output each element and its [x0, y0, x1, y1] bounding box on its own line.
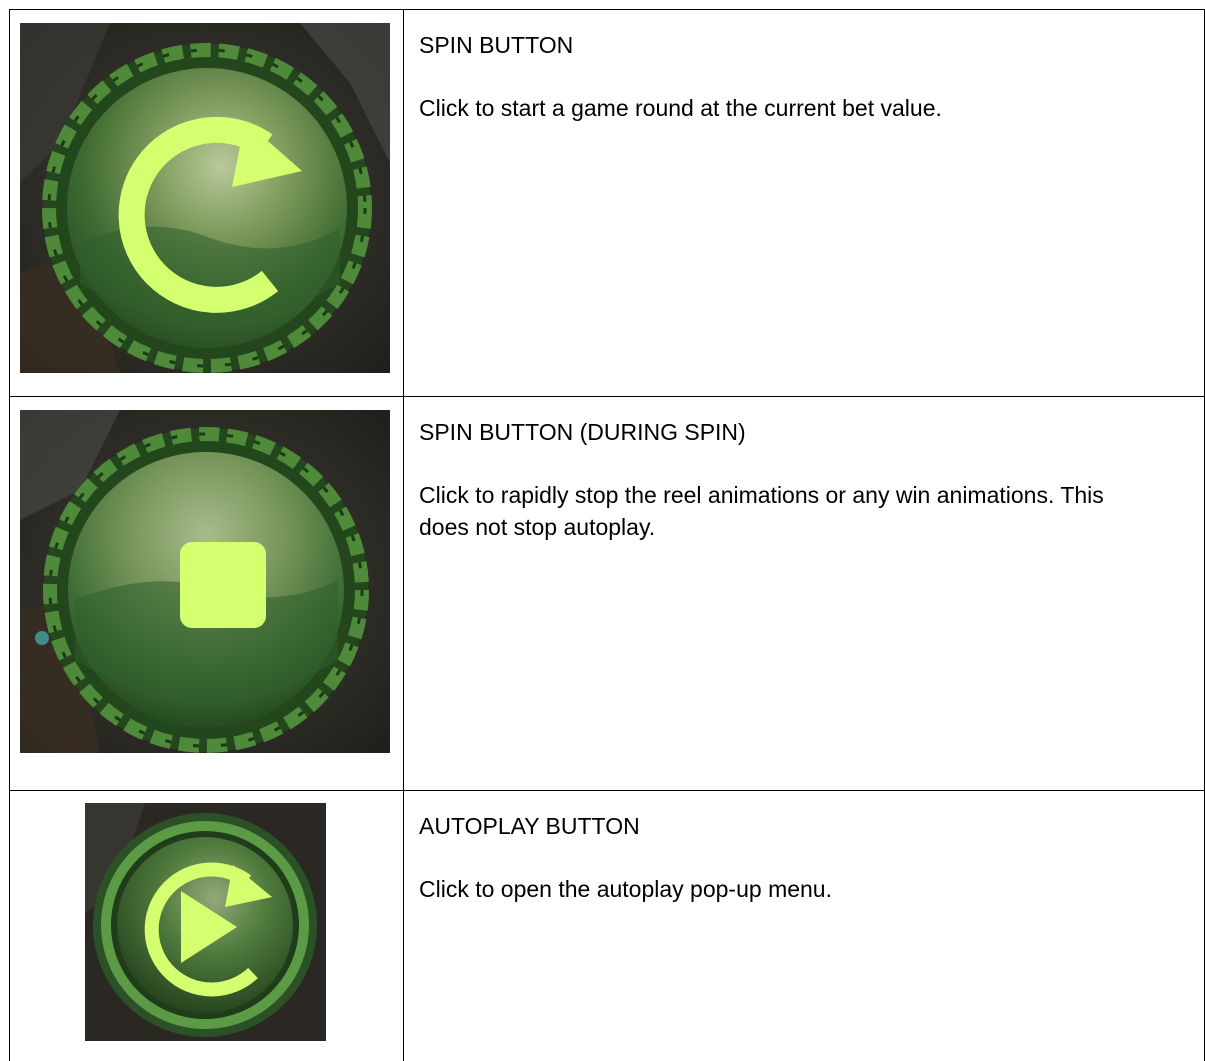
row-title: SPIN BUTTON	[419, 30, 1204, 60]
row-title: AUTOPLAY BUTTON	[419, 811, 1204, 841]
table-row: SPIN BUTTON (DURING SPIN) Click to rapid…	[10, 397, 1205, 791]
table-row: AUTOPLAY BUTTON Click to open the autopl…	[10, 791, 1205, 1061]
icon-cell	[10, 10, 404, 397]
description-cell: SPIN BUTTON (DURING SPIN) Click to rapid…	[404, 397, 1205, 791]
spin-button-image	[20, 23, 390, 373]
icon-cell	[10, 397, 404, 791]
table-row: SPIN BUTTON Click to start a game round …	[10, 10, 1205, 397]
description-cell: SPIN BUTTON Click to start a game round …	[404, 10, 1205, 397]
button-help-table: SPIN BUTTON Click to start a game round …	[9, 9, 1205, 1061]
icon-cell	[10, 791, 404, 1061]
description-cell: AUTOPLAY BUTTON Click to open the autopl…	[404, 791, 1205, 1061]
spin-stop-button-image	[20, 410, 390, 753]
row-description: Click to open the autoplay pop-up menu.	[419, 873, 1139, 905]
autoplay-button-image	[85, 803, 326, 1041]
row-description: Click to start a game round at the curre…	[419, 92, 1139, 124]
stop-square-icon	[180, 542, 266, 628]
row-description: Click to rapidly stop the reel animation…	[419, 479, 1139, 543]
row-title: SPIN BUTTON (DURING SPIN)	[419, 417, 1204, 447]
